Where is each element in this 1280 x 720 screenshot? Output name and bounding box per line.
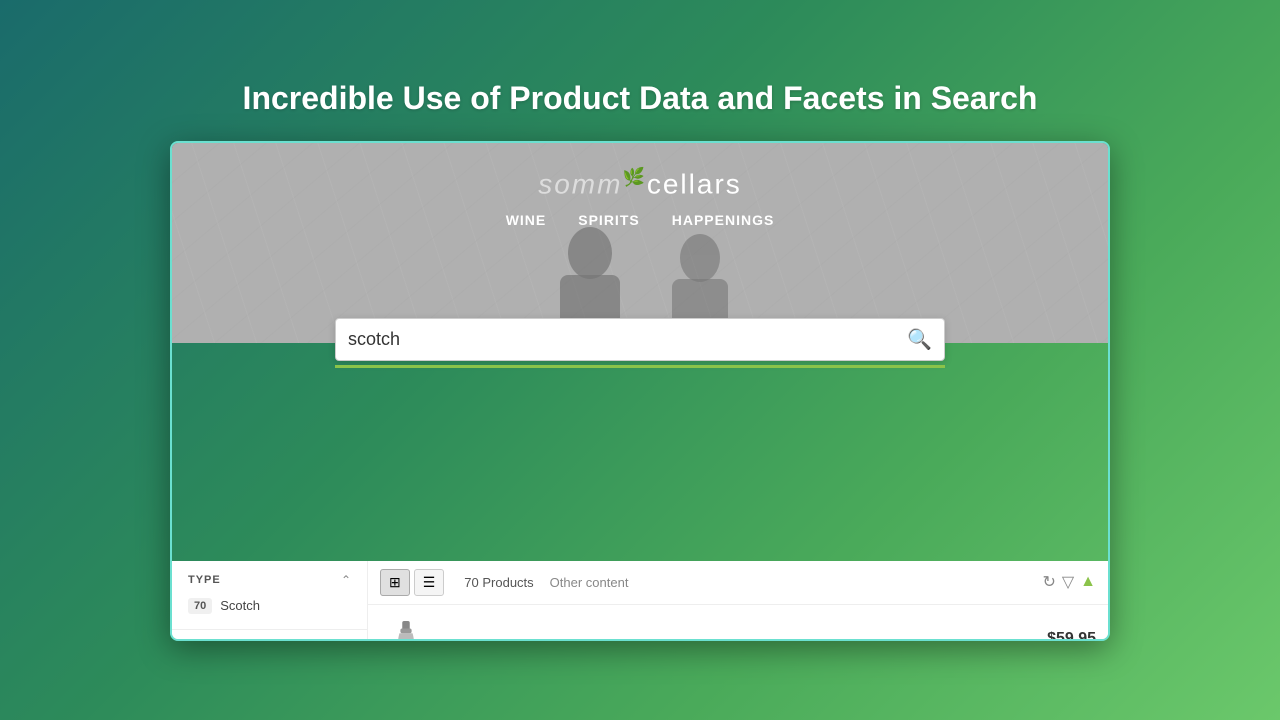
facet-type-chevron: ⌃ xyxy=(341,573,351,587)
content-area: TYPE ⌃ 70 Scotch COUNTRY ⌃ xyxy=(172,561,1108,641)
sort-refresh-icon[interactable]: ↻ xyxy=(1042,572,1055,592)
product-list: SCOTCH Glenfarclas 12 Year Single Malt S… xyxy=(368,605,1108,641)
logo-leaf: 🌿 xyxy=(622,167,646,188)
nav-bar: WINE SPIRITS HAPPENINGS xyxy=(506,212,775,228)
search-icon[interactable]: 🔍 xyxy=(907,327,932,352)
product-count-area: 70 Products Other content xyxy=(452,575,1034,590)
facet-type-title: TYPE xyxy=(188,574,221,586)
search-input[interactable] xyxy=(348,329,907,350)
product-toolbar: ⊞ ☰ 70 Products Other content ↻ ▽ ▲ xyxy=(368,561,1108,605)
list-view-button[interactable]: ☰ xyxy=(414,569,445,596)
facet-type-header[interactable]: TYPE ⌃ xyxy=(188,573,351,587)
logo-somm: somm xyxy=(538,168,622,199)
sort-down-icon[interactable]: ▽ xyxy=(1062,572,1074,592)
nav-wine[interactable]: WINE xyxy=(506,212,547,228)
search-bar-row: 🔍 xyxy=(335,318,945,368)
hero-banner: somm🌿cellars WINE SPIRITS HAPPENINGS xyxy=(172,143,1108,343)
other-content-link[interactable]: Other content xyxy=(550,575,629,590)
logo-text: somm🌿cellars xyxy=(538,167,742,200)
browser-window: somm🌿cellars WINE SPIRITS HAPPENINGS 🔍 xyxy=(170,141,1110,641)
facet-type: TYPE ⌃ 70 Scotch xyxy=(172,561,367,630)
product-area: ⊞ ☰ 70 Products Other content ↻ ▽ ▲ xyxy=(368,561,1108,641)
product-count: 70 Products xyxy=(464,575,533,590)
product-price-area-0: $59.95 Add to Cart xyxy=(997,630,1096,641)
product-item: SCOTCH Glenfarclas 12 Year Single Malt S… xyxy=(368,605,1108,641)
facet-type-count-0: 70 xyxy=(188,598,212,614)
facet-country: COUNTRY ⌃ 70 Scotland xyxy=(172,630,367,641)
logo-area: somm🌿cellars xyxy=(538,167,742,200)
facet-type-label-0: Scotch xyxy=(220,598,260,613)
logo-cellars: cellars xyxy=(647,168,742,199)
nav-spirits[interactable]: SPIRITS xyxy=(578,212,639,228)
view-toggle: ⊞ ☰ xyxy=(380,569,444,596)
search-bar: 🔍 xyxy=(335,318,945,361)
grid-view-button[interactable]: ⊞ xyxy=(380,569,410,596)
product-price-0: $59.95 xyxy=(1047,630,1096,641)
bottle-icon-0: SCOTCH xyxy=(392,621,420,641)
facet-type-items: 70 Scotch xyxy=(188,595,351,617)
nav-happenings[interactable]: HAPPENINGS xyxy=(672,212,775,228)
page-wrapper: Incredible Use of Product Data and Facet… xyxy=(0,0,1280,720)
product-image-0: SCOTCH xyxy=(380,619,432,641)
sort-up-icon[interactable]: ▲ xyxy=(1080,573,1096,591)
sort-icons: ↻ ▽ ▲ xyxy=(1042,572,1096,592)
sidebar: TYPE ⌃ 70 Scotch COUNTRY ⌃ xyxy=(172,561,368,641)
search-active-indicator xyxy=(335,365,945,368)
facet-item[interactable]: 70 Scotch xyxy=(188,595,351,617)
page-title: Incredible Use of Product Data and Facet… xyxy=(243,80,1038,117)
